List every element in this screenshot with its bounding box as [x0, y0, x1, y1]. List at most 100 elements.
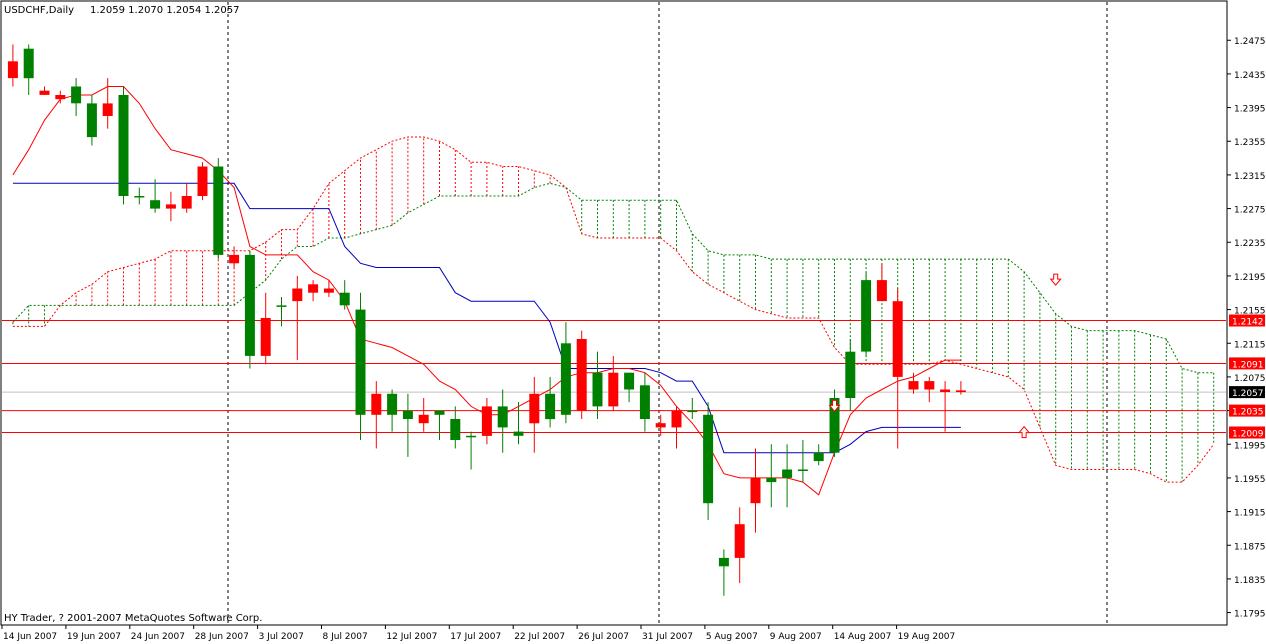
candle-body	[671, 410, 682, 428]
candle-body	[292, 288, 303, 302]
price-tick-label: 1.2475	[1234, 37, 1266, 47]
candle-body	[466, 435, 477, 438]
candle-body	[181, 196, 192, 209]
candle-body	[576, 339, 587, 411]
level-label: 1.2142	[1232, 318, 1264, 328]
time-tick-label: 12 Jul 2007	[386, 632, 437, 642]
time-tick-label: 9 Aug 2007	[770, 632, 822, 642]
candle-body	[387, 393, 398, 415]
candle-body	[229, 254, 240, 264]
candle-body	[876, 280, 887, 302]
candle	[829, 389, 840, 457]
chart-background	[0, 0, 1266, 644]
candle-body	[7, 61, 18, 79]
candle-body	[940, 389, 951, 392]
candle-body	[355, 309, 366, 415]
price-tick-label: 1.2115	[1234, 340, 1266, 350]
candle-body	[102, 103, 113, 116]
candle-body	[908, 381, 919, 390]
candle-body	[624, 372, 635, 390]
candle	[197, 162, 208, 201]
candle-body	[308, 284, 319, 293]
time-tick-label: 24 Jun 2007	[131, 632, 185, 642]
candle-body	[213, 166, 224, 255]
candle-body	[244, 254, 255, 356]
time-tick-label: 22 Jul 2007	[514, 632, 565, 642]
candle-body	[418, 414, 429, 424]
candle-body	[450, 419, 461, 440]
price-tick-label: 1.1915	[1234, 509, 1266, 519]
time-tick-label: 14 Jun 2007	[3, 632, 57, 642]
candle-body	[529, 393, 540, 424]
price-tick-label: 1.2395	[1234, 105, 1266, 115]
price-tick-label: 1.2355	[1234, 138, 1266, 148]
candle-body	[276, 305, 287, 307]
candle	[861, 271, 872, 356]
candle-body	[134, 196, 145, 198]
time-tick-label: 17 Jul 2007	[450, 632, 501, 642]
candle	[244, 250, 255, 369]
candle-body	[813, 452, 824, 462]
candle	[703, 402, 714, 520]
time-tick-label: 28 Jun 2007	[195, 632, 249, 642]
candle-body	[545, 393, 556, 420]
price-tick-label: 1.1955	[1234, 475, 1266, 485]
candle-body	[703, 414, 714, 504]
candle-body	[766, 477, 777, 483]
price-tick-label: 1.1835	[1234, 576, 1266, 586]
candle-body	[86, 103, 97, 138]
candle-body	[687, 410, 698, 413]
time-tick-label: 19 Jun 2007	[67, 632, 121, 642]
candle-body	[750, 477, 761, 504]
candle	[213, 158, 224, 260]
candle-body	[55, 95, 66, 100]
price-chart[interactable]: 1.2475 1.2435 1.2395 1.2355 1.2315 1.2275 1.22…	[0, 0, 1266, 644]
candle-body	[734, 524, 745, 558]
time-tick-label: 14 Aug 2007	[834, 632, 892, 642]
time-tick-label: 19 Aug 2007	[898, 632, 956, 642]
time-tick-label: 5 Aug 2007	[706, 632, 758, 642]
candle-body	[481, 406, 492, 436]
candle-body	[402, 410, 413, 419]
candle-body	[560, 343, 571, 415]
candle-body	[845, 351, 856, 398]
candle-body	[371, 393, 382, 415]
candle-body	[434, 410, 445, 415]
candle-body	[861, 280, 872, 352]
candle-body	[497, 406, 508, 428]
chart-window[interactable]: 1.2475 1.2435 1.2395 1.2355 1.2315 1.2275 1.22…	[0, 0, 1266, 644]
time-tick-label: 3 Jul 2007	[259, 632, 304, 642]
price-tick-label: 1.2235	[1234, 239, 1266, 249]
candle-body	[339, 292, 350, 306]
time-tick-label: 31 Jul 2007	[642, 632, 693, 642]
time-tick-label: 8 Jul 2007	[323, 632, 368, 642]
candle-body	[513, 431, 524, 436]
time-tick-label: 26 Jul 2007	[578, 632, 629, 642]
candle-body	[892, 301, 903, 377]
candle-body	[782, 469, 793, 478]
candle-body	[718, 557, 729, 567]
candle-body	[39, 90, 50, 95]
level-label: 1.2009	[1232, 430, 1264, 440]
candle-body	[118, 95, 129, 196]
level-label: 1.2091	[1232, 360, 1264, 370]
candle-body	[165, 204, 176, 209]
price-tick-label: 1.1995	[1234, 441, 1266, 451]
price-tick-label: 1.1875	[1234, 542, 1266, 552]
symbol-label: USDCHF,Daily	[4, 5, 74, 16]
candle-body	[592, 372, 603, 407]
copyright-text: HY Trader, ? 2001-2007 MetaQuotes Softwa…	[4, 613, 262, 624]
candle-body	[23, 48, 34, 79]
candle-body	[71, 86, 82, 104]
price-tick-label: 1.1795	[1234, 610, 1266, 620]
candle-body	[323, 288, 334, 293]
candle-body	[639, 385, 650, 419]
price-tick-label: 1.2075	[1234, 374, 1266, 384]
candle-body	[260, 318, 271, 356]
candle	[576, 330, 587, 419]
ohlc-label: 1.2059 1.2070 1.2054 1.2057	[90, 5, 240, 16]
price-tick-label: 1.2315	[1234, 172, 1266, 182]
candle	[118, 86, 129, 205]
price-tick-label: 1.2435	[1234, 71, 1266, 81]
price-tick-label: 1.2195	[1234, 273, 1266, 283]
